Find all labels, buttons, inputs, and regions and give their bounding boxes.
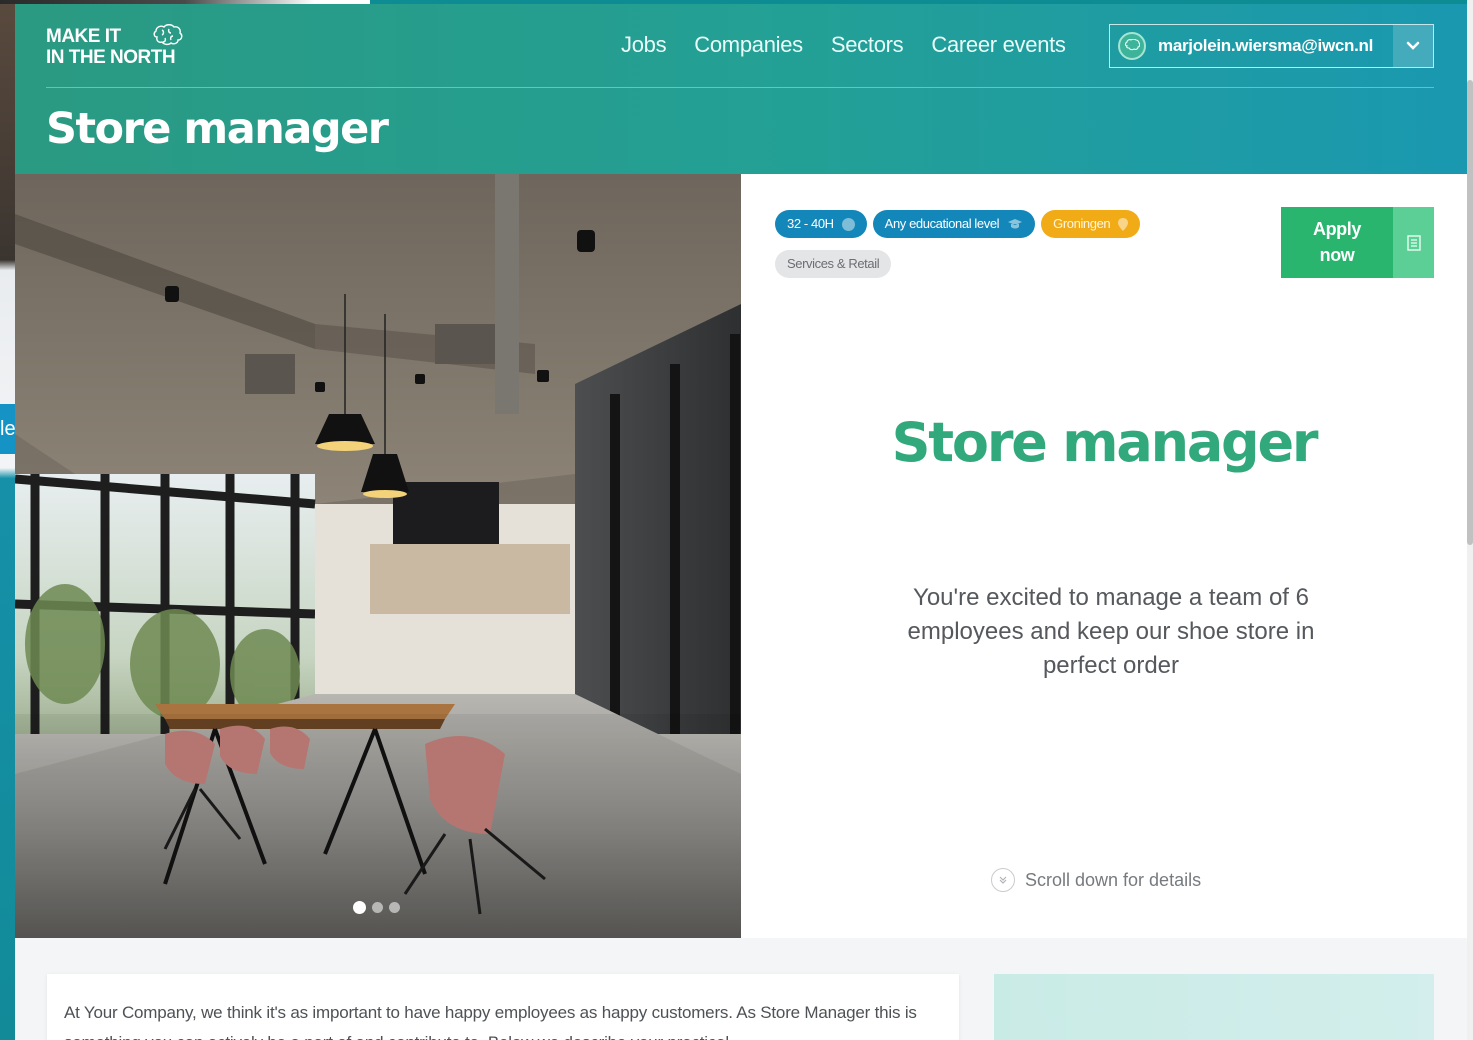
page-title: Store manager [46, 104, 389, 154]
nav-career-events[interactable]: Career events [931, 32, 1066, 58]
tag-location-label: Groningen [1053, 216, 1111, 231]
map-pin-icon [1118, 217, 1129, 231]
background-left-strip [0, 0, 15, 1040]
apply-now-button[interactable]: Apply now [1281, 207, 1434, 278]
main-nav: Jobs Companies Sectors Career events [621, 32, 1066, 58]
info-icon [841, 217, 855, 231]
carousel-dot[interactable] [389, 902, 400, 913]
tag-hours-label: 32 - 40H [787, 216, 834, 231]
nav-sectors[interactable]: Sectors [831, 32, 904, 58]
job-summary-panel: 32 - 40H Any educational level Groningen… [741, 174, 1467, 938]
job-intro-text: At Your Company, we think it's as import… [64, 1003, 917, 1040]
header-divider [46, 87, 1434, 88]
carousel-dots [353, 901, 400, 914]
job-description: You're excited to manage a team of 6 emp… [907, 584, 1315, 679]
tag-education: Any educational level [872, 210, 1036, 238]
tag-sector-label: Services & Retail [787, 256, 880, 271]
site-logo[interactable]: MAKE IT IN THE NORTH [46, 24, 183, 68]
graduation-cap-icon [1008, 219, 1023, 229]
nav-jobs[interactable]: Jobs [621, 32, 667, 58]
document-icon [1393, 207, 1434, 278]
carousel-dot[interactable] [353, 901, 366, 914]
scrollbar-thumb[interactable] [1467, 80, 1473, 545]
apply-label-line-1: Apply [1312, 219, 1361, 239]
user-menu[interactable]: marjolein.wiersma@iwcn.nl [1109, 24, 1434, 68]
user-email: marjolein.wiersma@iwcn.nl [1158, 36, 1374, 55]
scroll-down-icon [991, 868, 1015, 892]
tag-sector: Services & Retail [775, 250, 892, 278]
apply-label: Apply now [1281, 207, 1393, 278]
job-tags: 32 - 40H Any educational level Groningen… [775, 210, 1245, 290]
job-title: Store manager [891, 411, 1319, 474]
site-header: MAKE IT IN THE NORTH Jobs Companies Sect… [15, 4, 1467, 174]
chevron-down-icon [1406, 41, 1420, 50]
tag-education-label: Any educational level [884, 216, 1000, 231]
background-tab: le [0, 404, 15, 454]
side-card [994, 974, 1434, 1040]
logo-line-2: IN THE NORTH [46, 47, 176, 68]
scroll-hint-label: Scroll down for details [1025, 869, 1202, 890]
tag-location: Groningen [1041, 210, 1141, 238]
nav-companies[interactable]: Companies [694, 32, 803, 58]
apply-label-line-2: now [1319, 245, 1355, 265]
hero-image-carousel[interactable] [15, 174, 741, 938]
brain-icon [1118, 32, 1146, 60]
job-intro-card: At Your Company, we think it's as import… [47, 974, 959, 1040]
tag-hours: 32 - 40H [775, 210, 867, 238]
brain-icon [153, 24, 183, 46]
scroll-down-hint[interactable]: Scroll down for details [991, 868, 1201, 892]
carousel-dot[interactable] [372, 902, 383, 913]
office-photo [15, 174, 741, 938]
job-page: MAKE IT IN THE NORTH Jobs Companies Sect… [15, 4, 1467, 1040]
user-dropdown-button[interactable] [1393, 25, 1433, 67]
